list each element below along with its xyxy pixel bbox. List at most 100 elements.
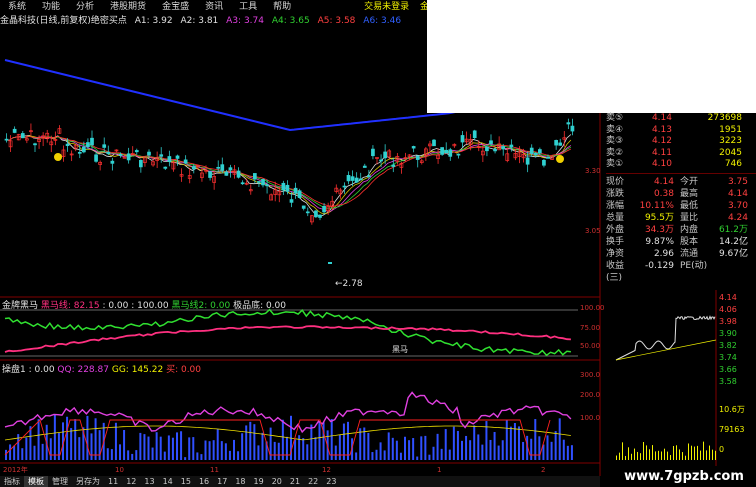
bottom-tab-11[interactable]: 18	[231, 476, 249, 487]
candle-body	[147, 151, 151, 156]
ind2-bar	[367, 432, 370, 460]
intraday-mini-chart[interactable]: 4.14 4.06 3.98 3.90 3.82 3.74 3.66 3.58 10.6万 791…	[606, 290, 756, 466]
bottom-tab-2[interactable]: 管理	[48, 476, 72, 487]
bottom-tab-1[interactable]: 模板	[24, 476, 48, 487]
ind1-axis-label: 50.00	[580, 342, 600, 350]
candle-body	[509, 144, 514, 148]
date-label: 12	[322, 466, 331, 474]
candle-body	[371, 148, 375, 157]
candle-body	[289, 199, 294, 203]
mini-vol-bar	[679, 449, 680, 460]
candle-body	[391, 164, 396, 167]
ind2-bar	[53, 414, 56, 460]
mini-vol-bar	[655, 451, 656, 460]
bottom-tab-4[interactable]: 11	[104, 476, 122, 487]
ind1-line4: 黑马线2: 0.00	[171, 301, 231, 311]
candle-body	[525, 157, 530, 165]
ind2-bar	[49, 438, 52, 460]
bottom-tab-12[interactable]: 19	[250, 476, 268, 487]
ind1-line5: 极品底: 0.00	[233, 301, 286, 311]
ind2-bar	[330, 419, 333, 460]
bottom-tab-3[interactable]: 另存为	[72, 476, 104, 487]
ind2-bar	[155, 432, 158, 460]
bottom-tab-15[interactable]: 22	[304, 476, 322, 487]
bottom-tab-10[interactable]: 17	[213, 476, 231, 487]
bottom-tab-6[interactable]: 13	[140, 476, 158, 487]
candle-body	[314, 210, 318, 218]
ind2-bar	[546, 435, 549, 460]
candle-body	[281, 182, 286, 191]
watermark-text: www.7gpzb.com	[612, 466, 756, 487]
ind2-bar	[196, 452, 199, 460]
candle-body	[415, 155, 420, 160]
ind2-bar	[220, 441, 223, 460]
candle-body	[86, 142, 90, 148]
ind2-bar	[424, 435, 427, 460]
ind2-bar	[420, 436, 423, 460]
date-label: 2	[541, 466, 545, 474]
ask-row[interactable]: 卖① 4.10 746	[606, 159, 756, 171]
candle-body	[318, 214, 322, 218]
mini-vol-bar	[616, 455, 617, 460]
bottom-tab-8[interactable]: 15	[177, 476, 195, 487]
bottom-tab-13[interactable]: 20	[268, 476, 286, 487]
ind2-bar	[171, 437, 174, 460]
ask-row[interactable]: 卖⑤ 4.14 273698	[606, 113, 756, 125]
ind2-bar	[404, 436, 406, 460]
ind2-bar	[416, 456, 419, 460]
bottom-tab-0[interactable]: 指标	[0, 476, 24, 487]
candle-body	[554, 140, 558, 146]
mini-vol-bar	[661, 451, 662, 460]
candle-body	[257, 181, 261, 183]
mini-vol-bar	[691, 445, 692, 460]
ind2-bar	[342, 423, 345, 460]
candle-body	[216, 166, 221, 169]
stat-row: 涨跌 0.38 最高 4.14	[606, 188, 748, 199]
ind2-name: 操盘1	[2, 365, 26, 375]
ind2-bar	[245, 425, 248, 460]
ind2-bar	[452, 426, 455, 460]
ind2-bar	[90, 433, 93, 460]
ind2-line1: : 0.00	[28, 365, 55, 375]
ind2-bar	[310, 424, 313, 460]
candle-body	[220, 164, 225, 171]
low-price-label: ←2.78	[335, 279, 363, 289]
ind2-bar	[465, 435, 468, 460]
candle-body	[472, 130, 477, 139]
candle-body	[191, 166, 196, 170]
ind2-bar	[212, 440, 215, 460]
bottom-tab-5[interactable]: 12	[122, 476, 140, 487]
ask-row[interactable]: 卖④ 4.13 1951	[606, 125, 756, 137]
mini-vol-bar	[637, 451, 638, 460]
ind2-bar	[224, 443, 227, 460]
ind2-bar	[204, 440, 207, 460]
ind2-bar	[163, 451, 166, 460]
ask-row[interactable]: 卖② 4.11 2045	[606, 148, 756, 160]
candle-body	[558, 142, 563, 146]
bottom-tab-9[interactable]: 16	[195, 476, 213, 487]
bottom-tab-16[interactable]: 23	[322, 476, 340, 487]
ind2-bar	[143, 434, 146, 460]
ind2-bar	[493, 431, 496, 460]
ind2-bar	[257, 445, 260, 460]
ind2-bar	[200, 454, 203, 460]
ask-row[interactable]: 卖③ 4.12 3223	[606, 136, 756, 148]
bottom-tab-bar: 指标 模板 管理 另存为 11 12 13 14 15 16 17 18 19 20 21 22 23	[0, 476, 600, 487]
candle-body	[261, 178, 265, 186]
ind2-bar	[456, 430, 459, 460]
price-axis-label: 3.30	[585, 167, 601, 175]
candle-body	[342, 185, 347, 188]
bottom-tab-7[interactable]: 14	[159, 476, 177, 487]
mini-vol-bar	[700, 450, 701, 460]
ind2-bar	[127, 450, 130, 460]
ind2-bar	[444, 429, 447, 460]
ind2-bar	[562, 439, 565, 460]
ind2-bar	[25, 437, 28, 460]
ind2-bar	[554, 431, 557, 460]
bottom-tab-14[interactable]: 21	[286, 476, 304, 487]
candle-body	[444, 149, 449, 154]
ind2-bar	[509, 426, 512, 460]
candle-body	[542, 159, 546, 166]
candle-body	[322, 205, 326, 213]
candle-body	[301, 205, 306, 209]
